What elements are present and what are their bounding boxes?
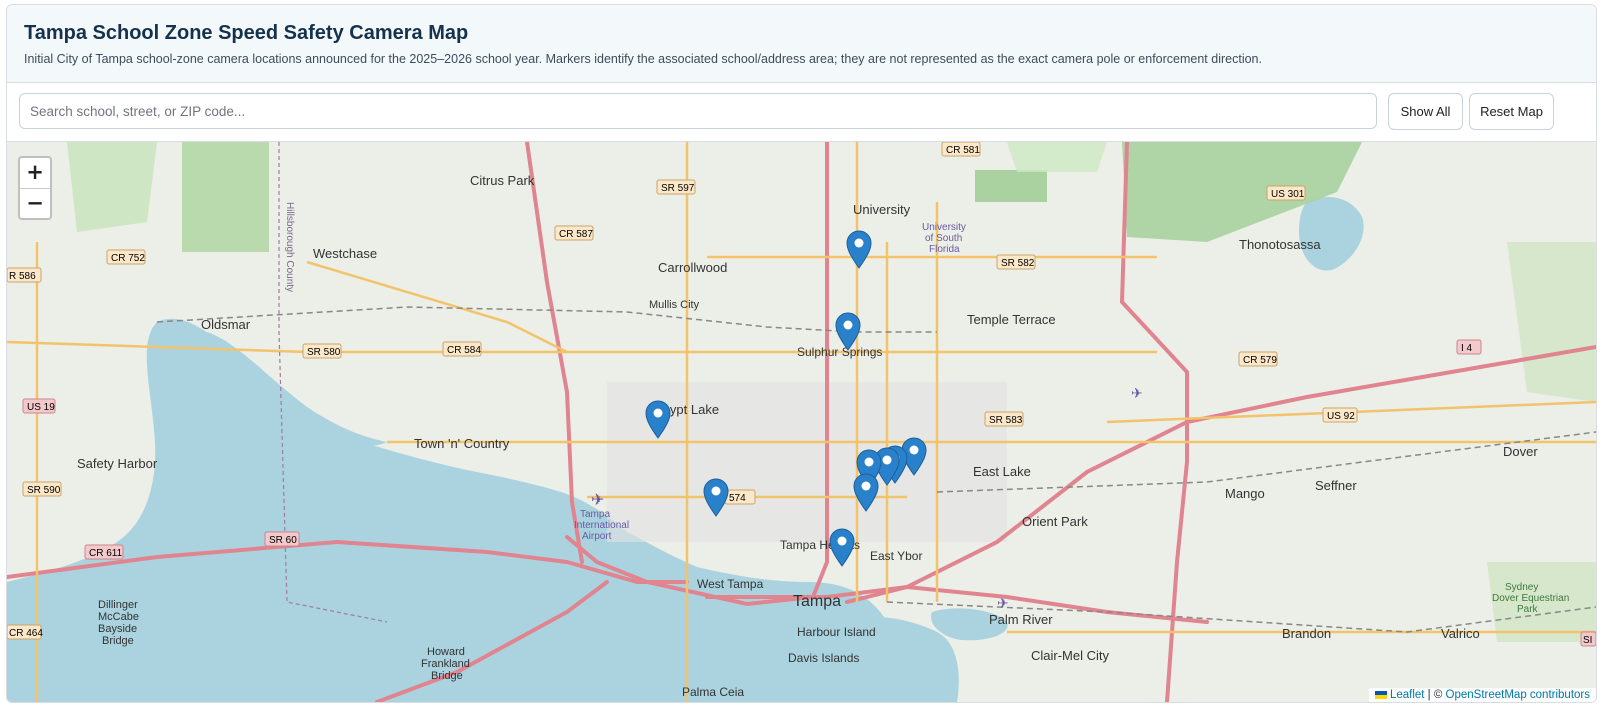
reset-map-button[interactable]: Reset Map — [1469, 93, 1554, 130]
camera-marker[interactable] — [846, 230, 872, 269]
map-view[interactable]: Citrus Park Westchase Carrollwood Oldsma… — [7, 142, 1596, 702]
zoom-out-button[interactable]: − — [20, 189, 50, 219]
camera-marker[interactable] — [853, 473, 879, 512]
camera-marker[interactable] — [829, 528, 855, 567]
show-all-button[interactable]: Show All — [1388, 93, 1463, 130]
osm-link[interactable]: OpenStreetMap contributors — [1446, 689, 1590, 701]
attribution-separator: | © — [1424, 689, 1446, 701]
ukraine-flag-icon — [1374, 690, 1387, 699]
page-subtitle: Initial City of Tampa school-zone camera… — [24, 52, 1262, 66]
search-input[interactable] — [19, 93, 1377, 129]
leaflet-link[interactable]: Leaflet — [1390, 689, 1425, 701]
header: Tampa School Zone Speed Safety Camera Ma… — [7, 5, 1596, 83]
camera-marker[interactable] — [703, 478, 729, 517]
map-attribution: Leaflet | © OpenStreetMap contributors — [1368, 688, 1596, 702]
marker-layer — [645, 230, 927, 567]
camera-marker[interactable] — [645, 400, 671, 439]
toolbar: Show All Reset Map — [7, 83, 1596, 142]
zoom-control: + − — [18, 156, 52, 220]
camera-marker[interactable] — [835, 312, 861, 351]
zoom-in-button[interactable]: + — [20, 158, 50, 189]
page-title: Tampa School Zone Speed Safety Camera Ma… — [24, 22, 469, 44]
map-app-panel: Tampa School Zone Speed Safety Camera Ma… — [6, 4, 1597, 703]
